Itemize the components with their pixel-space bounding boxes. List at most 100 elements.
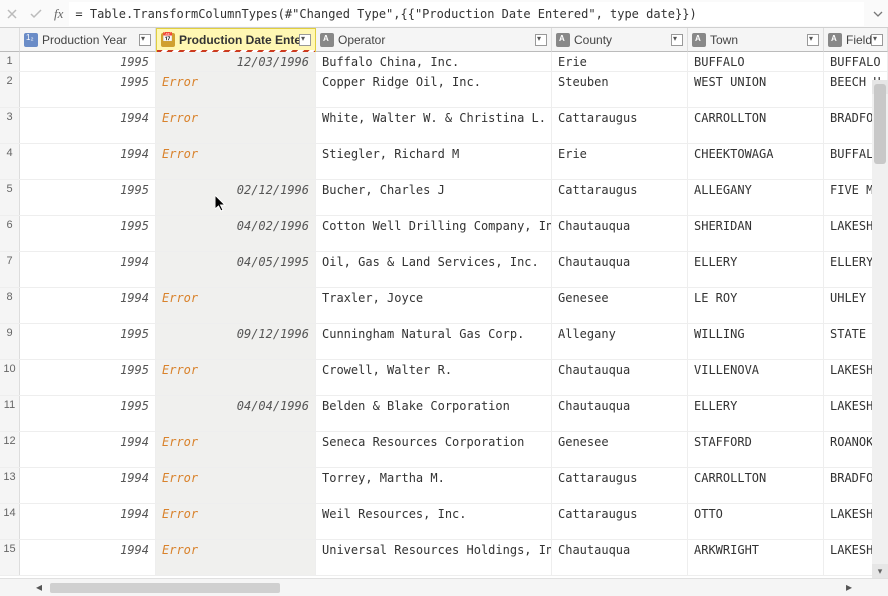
row-number[interactable]: 10: [0, 360, 20, 395]
cell-operator[interactable]: Bucher, Charles J: [316, 180, 552, 215]
cell-town[interactable]: VILLENOVA: [688, 360, 824, 395]
cancel-formula-button[interactable]: [0, 2, 24, 26]
cell-county[interactable]: Cattaraugus: [552, 108, 688, 143]
row-number[interactable]: 6: [0, 216, 20, 251]
cell-county[interactable]: Cattaraugus: [552, 468, 688, 503]
table-row[interactable]: 121994ErrorSeneca Resources CorporationG…: [0, 432, 888, 468]
row-number[interactable]: 9: [0, 324, 20, 359]
row-number[interactable]: 5: [0, 180, 20, 215]
text-type-icon[interactable]: [320, 33, 334, 47]
number-type-icon[interactable]: [24, 33, 38, 47]
date-type-icon[interactable]: [161, 33, 175, 47]
horizontal-scrollbar[interactable]: ◂ ▸: [0, 578, 888, 596]
table-row[interactable]: 1199512/03/1996Buffalo China, Inc.ErieBU…: [0, 52, 888, 72]
expand-formula-button[interactable]: [868, 0, 888, 27]
column-filter-button[interactable]: [807, 34, 819, 46]
cell-county[interactable]: Chautauqua: [552, 396, 688, 431]
cell-operator[interactable]: Stiegler, Richard M: [316, 144, 552, 179]
cell-county[interactable]: Chautauqua: [552, 540, 688, 575]
cell-town[interactable]: ALLEGANY: [688, 180, 824, 215]
cell-production-year[interactable]: 1994: [20, 540, 156, 575]
row-number[interactable]: 11: [0, 396, 20, 431]
cell-operator[interactable]: Seneca Resources Corporation: [316, 432, 552, 467]
row-number[interactable]: 7: [0, 252, 20, 287]
cell-production-year[interactable]: 1995: [20, 52, 156, 71]
cell-operator[interactable]: Buffalo China, Inc.: [316, 52, 552, 71]
cell-production-year[interactable]: 1994: [20, 504, 156, 539]
scroll-left-button[interactable]: ◂: [32, 581, 46, 595]
column-header-production-date-entered[interactable]: Production Date Entered: [156, 28, 316, 52]
cell-operator[interactable]: Oil, Gas & Land Services, Inc.: [316, 252, 552, 287]
table-row[interactable]: 9199509/12/1996Cunningham Natural Gas Co…: [0, 324, 888, 360]
cell-production-date-entered[interactable]: Error: [156, 144, 316, 179]
vertical-scrollbar[interactable]: ▴ ▾: [872, 80, 888, 578]
cell-production-date-entered[interactable]: 04/02/1996: [156, 216, 316, 251]
cell-town[interactable]: SHERIDAN: [688, 216, 824, 251]
cell-production-date-entered[interactable]: Error: [156, 504, 316, 539]
table-row[interactable]: 131994ErrorTorrey, Martha M.CattaraugusC…: [0, 468, 888, 504]
table-row[interactable]: 101995ErrorCrowell, Walter R.ChautauquaV…: [0, 360, 888, 396]
cell-production-date-entered[interactable]: Error: [156, 288, 316, 323]
column-header-production-year[interactable]: Production Year: [20, 28, 156, 52]
cell-production-year[interactable]: 1994: [20, 432, 156, 467]
cell-production-date-entered[interactable]: Error: [156, 540, 316, 575]
cell-town[interactable]: WEST UNION: [688, 72, 824, 107]
cell-county[interactable]: Steuben: [552, 72, 688, 107]
accept-formula-button[interactable]: [24, 2, 48, 26]
column-filter-button[interactable]: [871, 34, 883, 46]
cell-operator[interactable]: Belden & Blake Corporation: [316, 396, 552, 431]
table-row[interactable]: 41994ErrorStiegler, Richard MErieCHEEKTO…: [0, 144, 888, 180]
cell-county[interactable]: Genesee: [552, 432, 688, 467]
cell-production-date-entered[interactable]: Error: [156, 72, 316, 107]
row-number[interactable]: 15: [0, 540, 20, 575]
table-row[interactable]: 31994ErrorWhite, Walter W. & Christina L…: [0, 108, 888, 144]
column-header-field[interactable]: Field: [824, 28, 888, 52]
text-type-icon[interactable]: [692, 33, 706, 47]
cell-production-date-entered[interactable]: Error: [156, 360, 316, 395]
column-filter-button[interactable]: [671, 34, 683, 46]
cell-town[interactable]: WILLING: [688, 324, 824, 359]
cell-production-date-entered[interactable]: 04/04/1996: [156, 396, 316, 431]
cell-production-year[interactable]: 1994: [20, 468, 156, 503]
cell-county[interactable]: Erie: [552, 52, 688, 71]
cell-operator[interactable]: Cunningham Natural Gas Corp.: [316, 324, 552, 359]
cell-production-year[interactable]: 1994: [20, 144, 156, 179]
cell-town[interactable]: BUFFALO: [688, 52, 824, 71]
column-filter-button[interactable]: [299, 34, 311, 46]
cell-town[interactable]: CARROLLTON: [688, 108, 824, 143]
cell-town[interactable]: CARROLLTON: [688, 468, 824, 503]
table-row[interactable]: 5199502/12/1996Bucher, Charles JCattarau…: [0, 180, 888, 216]
row-number[interactable]: 12: [0, 432, 20, 467]
cell-production-date-entered[interactable]: 02/12/1996: [156, 180, 316, 215]
column-header-operator[interactable]: Operator: [316, 28, 552, 52]
cell-operator[interactable]: Copper Ridge Oil, Inc.: [316, 72, 552, 107]
vertical-scroll-thumb[interactable]: [874, 84, 886, 164]
cell-county[interactable]: Chautauqua: [552, 216, 688, 251]
cell-operator[interactable]: Weil Resources, Inc.: [316, 504, 552, 539]
row-number[interactable]: 14: [0, 504, 20, 539]
cell-production-year[interactable]: 1994: [20, 108, 156, 143]
cell-town[interactable]: ELLERY: [688, 396, 824, 431]
cell-production-date-entered[interactable]: Error: [156, 432, 316, 467]
cell-town[interactable]: OTTO: [688, 504, 824, 539]
row-number[interactable]: 8: [0, 288, 20, 323]
cell-town[interactable]: CHEEKTOWAGA: [688, 144, 824, 179]
text-type-icon[interactable]: [828, 33, 842, 47]
cell-production-year[interactable]: 1995: [20, 216, 156, 251]
cell-county[interactable]: Chautauqua: [552, 252, 688, 287]
column-header-town[interactable]: Town: [688, 28, 824, 52]
cell-field[interactable]: BUFFALO: [824, 52, 888, 71]
cell-production-year[interactable]: 1995: [20, 360, 156, 395]
cell-production-date-entered[interactable]: 04/05/1995: [156, 252, 316, 287]
cell-county[interactable]: Cattaraugus: [552, 504, 688, 539]
cell-town[interactable]: LE ROY: [688, 288, 824, 323]
cell-operator[interactable]: Traxler, Joyce: [316, 288, 552, 323]
cell-production-date-entered[interactable]: 12/03/1996: [156, 52, 316, 71]
cell-production-year[interactable]: 1995: [20, 180, 156, 215]
table-row[interactable]: 151994ErrorUniversal Resources Holdings,…: [0, 540, 888, 576]
cell-production-year[interactable]: 1995: [20, 324, 156, 359]
cell-county[interactable]: Cattaraugus: [552, 180, 688, 215]
column-filter-button[interactable]: [139, 34, 151, 46]
cell-production-year[interactable]: 1994: [20, 252, 156, 287]
cell-operator[interactable]: Cotton Well Drilling Company, Inc.: [316, 216, 552, 251]
